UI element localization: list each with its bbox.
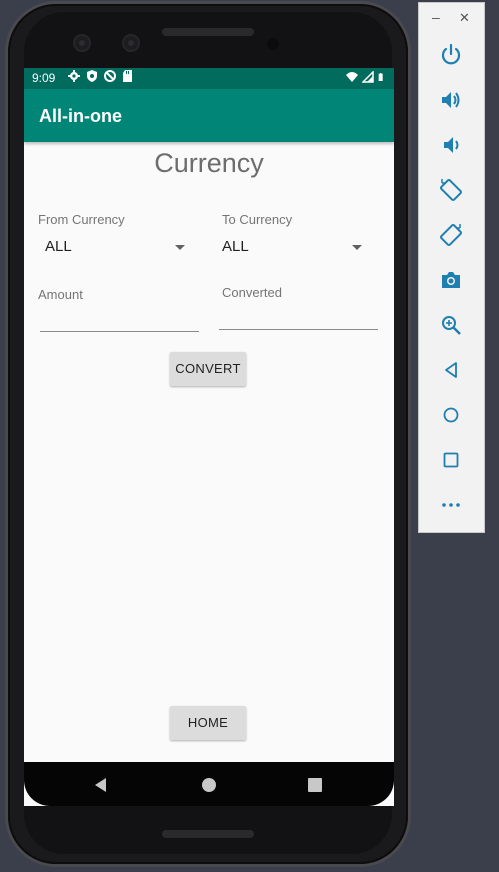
settings-icon — [68, 70, 80, 82]
wifi-icon — [346, 72, 358, 82]
battery-icon — [378, 73, 383, 81]
rotate-right-icon[interactable] — [439, 223, 463, 247]
dropdown-arrow-icon — [175, 245, 185, 250]
shield-icon — [87, 70, 97, 82]
from-currency-spinner[interactable]: ALL — [37, 234, 187, 262]
front-camera-left — [73, 34, 91, 52]
from-currency-value: ALL — [45, 238, 72, 255]
status-icons-right — [346, 71, 386, 83]
to-currency-value: ALL — [222, 238, 249, 255]
dropdown-arrow-icon — [352, 245, 362, 250]
earpiece-speaker — [162, 28, 254, 36]
navigation-bar — [24, 762, 394, 806]
converted-label: Converted — [222, 285, 282, 300]
zoom-icon[interactable] — [439, 313, 463, 337]
power-icon[interactable] — [439, 43, 463, 67]
app-bar: All-in-one — [24, 89, 394, 142]
no-signal-icon — [104, 70, 116, 82]
overview-icon[interactable] — [439, 448, 463, 472]
converted-field[interactable] — [219, 305, 378, 330]
front-camera-right — [122, 34, 140, 52]
status-icons-left — [68, 70, 134, 82]
minimize-icon[interactable]: – — [432, 9, 440, 25]
app-title: All-in-one — [39, 106, 122, 126]
status-bar: 9:09 — [24, 68, 394, 89]
emulator-control-panel: – ✕ — [418, 2, 485, 533]
front-sensor — [267, 38, 279, 50]
amount-input[interactable] — [40, 307, 199, 332]
home-button[interactable]: HOME — [170, 706, 246, 740]
home-icon[interactable] — [439, 403, 463, 427]
home-icon[interactable] — [200, 776, 218, 794]
emulator-window-controls: – ✕ — [419, 9, 484, 29]
to-currency-spinner[interactable]: ALL — [214, 234, 364, 262]
device-screen: 9:09 All-in-one Currency From Currency A… — [24, 68, 394, 806]
from-currency-label: From Currency — [38, 212, 125, 227]
volume-up-icon[interactable] — [439, 88, 463, 112]
status-time: 9:09 — [32, 71, 56, 85]
camera-icon[interactable] — [439, 268, 463, 292]
recents-icon[interactable] — [306, 776, 324, 794]
to-currency-label: To Currency — [222, 212, 293, 227]
bottom-speaker — [162, 830, 254, 838]
sd-card-icon — [123, 70, 132, 82]
convert-button[interactable]: CONVERT — [170, 352, 246, 386]
more-icon[interactable] — [439, 493, 463, 517]
back-icon[interactable] — [439, 358, 463, 382]
back-icon[interactable] — [92, 776, 110, 794]
page-title: Currency — [154, 148, 264, 178]
amount-label: Amount — [38, 287, 83, 302]
volume-down-icon[interactable] — [439, 133, 463, 157]
cell-signal-icon — [362, 71, 374, 83]
rotate-left-icon[interactable] — [439, 178, 463, 202]
close-icon[interactable]: ✕ — [459, 10, 470, 26]
